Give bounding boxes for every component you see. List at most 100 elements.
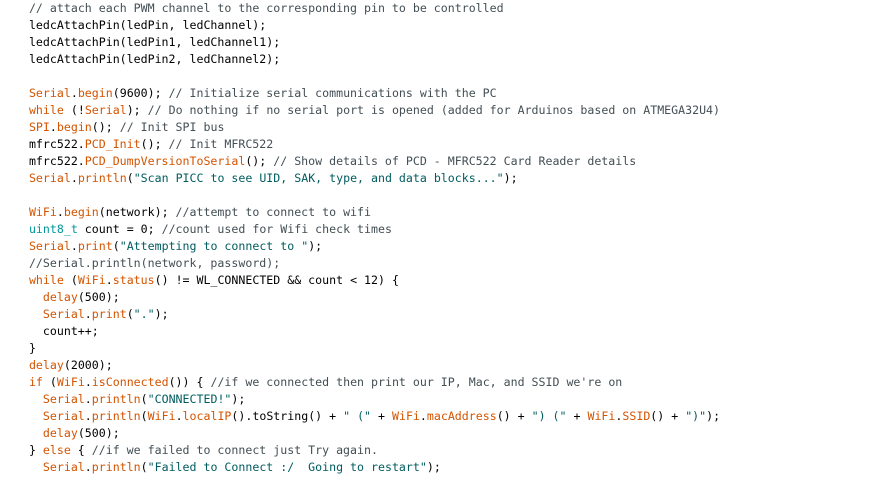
- code-token-plain: mfrc522.: [8, 137, 85, 151]
- code-line[interactable]: delay(500);: [8, 289, 720, 306]
- code-line[interactable]: Serial.println("CONNECTED!");: [8, 391, 720, 408]
- code-token-string: "CONNECTED!": [147, 392, 232, 406]
- code-token-comment: // Initialize serial communications with…: [168, 86, 497, 100]
- code-line[interactable]: mfrc522.PCD_Init(); // Init MFRC522: [8, 136, 720, 153]
- code-token-comment: // Init MFRC522: [168, 137, 274, 151]
- code-line[interactable]: if (WiFi.isConnected()) { //if we connec…: [8, 374, 720, 391]
- code-token-plain: ();: [245, 154, 274, 168]
- code-token-plain: (!: [63, 103, 85, 117]
- code-token-keyword: Serial: [84, 103, 127, 117]
- code-line[interactable]: ledcAttachPin(ledPin1, ledChannel1);: [8, 34, 720, 51]
- code-token-plain: mfrc522.: [8, 154, 85, 168]
- code-token-plain: (network);: [98, 205, 176, 219]
- code-line[interactable]: Serial.print("Attempting to connect to "…: [8, 238, 720, 255]
- code-token-plain: (: [126, 307, 134, 321]
- code-token-keyword: PCD_Init: [84, 137, 141, 151]
- code-token-plain: (: [42, 375, 57, 389]
- code-token-comment: // attach each PWM channel to the corres…: [28, 1, 504, 15]
- code-token-comment: // Show details of PCD - MFRC522 Card Re…: [273, 154, 637, 168]
- code-token-plain: ledcAttachPin(ledPin1, ledChannel1);: [8, 35, 281, 49]
- code-line[interactable]: Serial.println(WiFi.localIP().toString()…: [8, 408, 720, 425]
- code-line[interactable]: ledcAttachPin(ledPin, ledChannel);: [8, 17, 720, 34]
- code-line[interactable]: count++;: [8, 323, 720, 340]
- code-token-string: "Failed to Connect :/ Going to restart": [147, 460, 427, 474]
- code-line[interactable]: SPI.begin(); // Init SPI bus: [8, 119, 720, 136]
- code-token-plain: () != WL_CONNECTED && count < 12) {: [154, 273, 399, 287]
- code-token-plain: (: [140, 392, 148, 406]
- code-token-string: "Attempting to connect to ": [119, 239, 309, 253]
- code-line[interactable]: mfrc522.PCD_DumpVersionToSerial(); // Sh…: [8, 153, 720, 170]
- code-token-comment: // Do nothing if no serial port is opene…: [147, 103, 721, 117]
- code-token-comment: //if we connected then print our IP, Mac…: [210, 375, 623, 389]
- code-token-plain: ();: [140, 137, 169, 151]
- code-line[interactable]: } else { //if we failed to connect just …: [8, 442, 720, 459]
- code-token-plain: () +: [650, 409, 686, 423]
- code-line[interactable]: Serial.println("Scan PICC to see UID, SA…: [8, 170, 720, 187]
- code-text-area[interactable]: // attach each PWM channel to the corres…: [8, 0, 720, 476]
- code-token-keyword: if: [28, 375, 43, 389]
- code-line[interactable]: Serial.println("Failed to Connect :/ Goi…: [8, 459, 720, 476]
- code-token-string: "Scan PICC to see UID, SAK, type, and da…: [133, 171, 504, 185]
- code-token-plain: .: [56, 205, 64, 219]
- code-line[interactable]: ledcAttachPin(ledPin2, ledChannel2);: [8, 51, 720, 68]
- code-token-plain: .: [419, 409, 427, 423]
- code-line[interactable]: Serial.print(".");: [8, 306, 720, 323]
- code-token-plain: );: [426, 460, 441, 474]
- code-token-plain: ().toString() +: [231, 409, 344, 423]
- code-line[interactable]: [8, 187, 720, 204]
- code-token-plain: count = 0;: [77, 222, 162, 236]
- code-token-plain: (9600);: [112, 86, 169, 100]
- code-line[interactable]: WiFi.begin(network); //attempt to connec…: [8, 204, 720, 221]
- code-line[interactable]: delay(2000);: [8, 357, 720, 374]
- code-token-comment: //attempt to connect to wifi: [175, 205, 371, 219]
- code-token-plain: .: [84, 392, 92, 406]
- code-token-keyword: println: [91, 392, 141, 406]
- code-token-keyword: begin: [77, 86, 113, 100]
- code-token-comment: //Serial.println(network, password);: [28, 256, 281, 270]
- code-token-plain: }: [8, 443, 43, 457]
- code-line[interactable]: delay(500);: [8, 425, 720, 442]
- code-line[interactable]: [8, 68, 720, 85]
- code-token-plain: .: [105, 273, 113, 287]
- code-token-plain: () +: [496, 409, 532, 423]
- code-token-keyword: WiFi: [77, 273, 106, 287]
- code-token-plain: {: [70, 443, 92, 457]
- code-token-plain: (: [63, 273, 78, 287]
- code-token-plain: ledcAttachPin(ledPin, ledChannel);: [8, 18, 267, 32]
- code-token-plain: .: [84, 409, 92, 423]
- code-line[interactable]: while (WiFi.status() != WL_CONNECTED && …: [8, 272, 720, 289]
- code-token-plain: .: [70, 171, 78, 185]
- code-line[interactable]: }: [8, 340, 720, 357]
- code-token-keyword: Serial: [42, 460, 85, 474]
- code-token-keyword: delay: [42, 290, 78, 304]
- code-line[interactable]: Serial.begin(9600); // Initialize serial…: [8, 85, 720, 102]
- code-token-plain: .: [49, 120, 57, 134]
- code-editor[interactable]: // attach each PWM channel to the corres…: [0, 0, 871, 490]
- code-token-plain: );: [231, 392, 246, 406]
- code-token-plain: (: [126, 171, 134, 185]
- code-token-plain: (: [140, 460, 148, 474]
- code-line[interactable]: //Serial.println(network, password);: [8, 255, 720, 272]
- code-token-comment: //if we failed to connect just Try again…: [91, 443, 378, 457]
- code-token-plain: );: [503, 171, 518, 185]
- code-token-keyword: begin: [63, 205, 99, 219]
- code-token-comment: //count used for Wifi check times: [161, 222, 392, 236]
- code-token-plain: +: [371, 409, 392, 423]
- code-line[interactable]: uint8_t count = 0; //count used for Wifi…: [8, 221, 720, 238]
- code-line[interactable]: // attach each PWM channel to the corres…: [8, 0, 720, 17]
- code-token-keyword: Serial: [28, 171, 71, 185]
- code-token-keyword: println: [91, 409, 141, 423]
- code-line[interactable]: while (!Serial); // Do nothing if no ser…: [8, 102, 720, 119]
- code-token-plain: .: [70, 239, 78, 253]
- code-token-keyword: status: [112, 273, 155, 287]
